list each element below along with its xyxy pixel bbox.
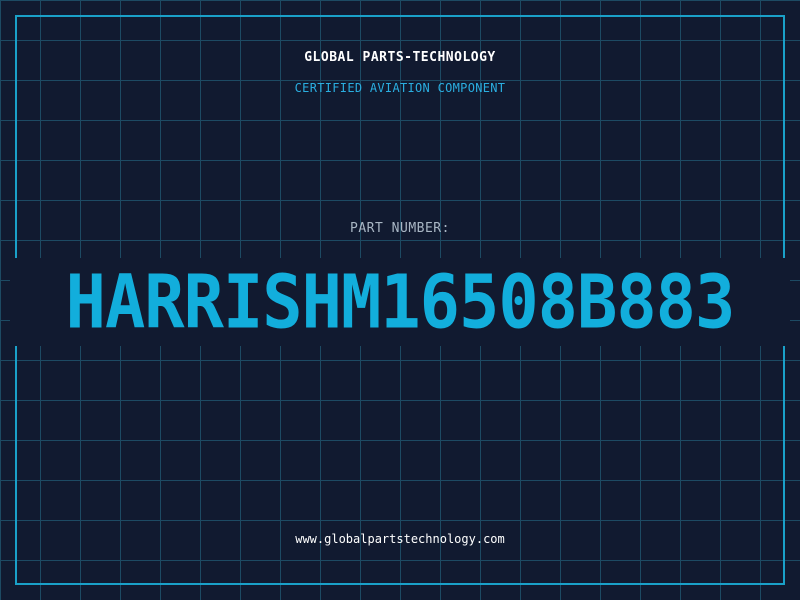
brand-subtitle: CERTIFIED AVIATION COMPONENT [294, 81, 506, 95]
part-number-label: PART NUMBER: [350, 221, 450, 236]
part-label-card: GLOBAL PARTS-TECHNOLOGY CERTIFIED AVIATI… [0, 0, 800, 600]
brand-title: GLOBAL PARTS-TECHNOLOGY [304, 50, 496, 65]
part-number-value: HARRISHM16508B883 [10, 258, 790, 346]
website-url: www.globalpartstechnology.com [295, 532, 505, 546]
